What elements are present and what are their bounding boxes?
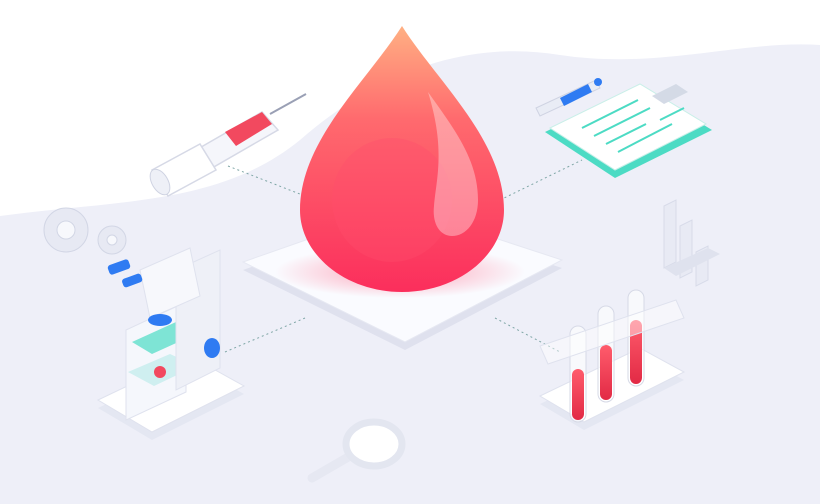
- test-tube: [627, 289, 645, 387]
- blood-test-illustration: [0, 0, 820, 504]
- test-tube: [597, 305, 615, 403]
